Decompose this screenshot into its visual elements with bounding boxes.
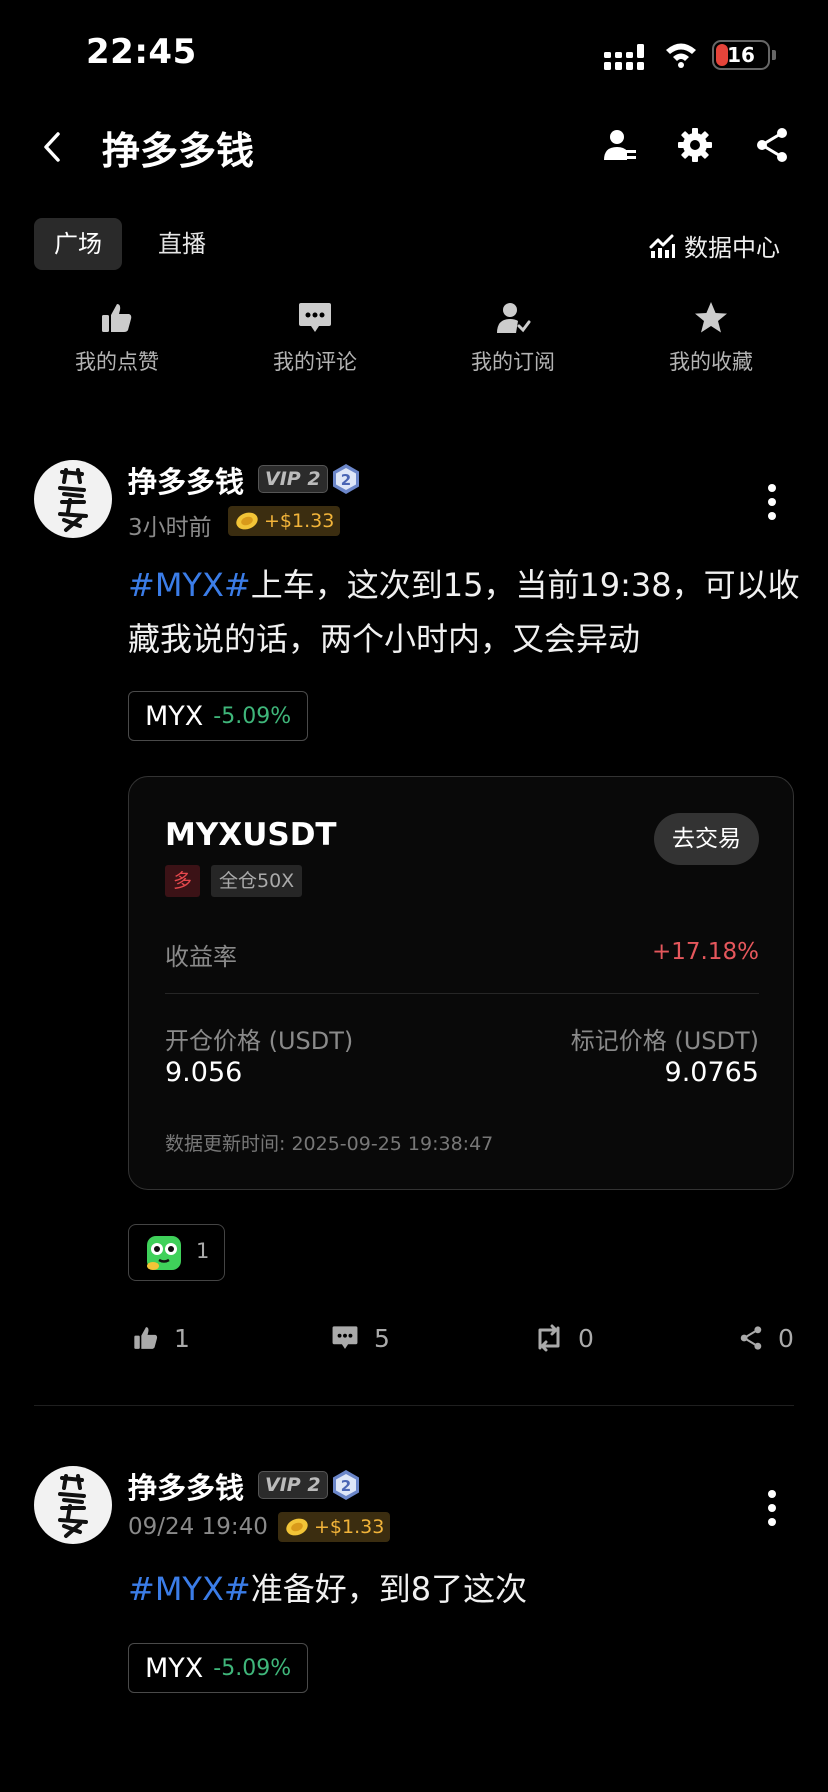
- level-number: 2: [341, 471, 351, 489]
- comment-count: 5: [374, 1323, 390, 1353]
- share-count: 0: [778, 1323, 794, 1353]
- status-bar: 22:45 16: [0, 0, 828, 100]
- level-number: 2: [341, 1477, 351, 1495]
- coin-icon: [286, 1518, 308, 1536]
- margin-badge: 全仓50X: [211, 865, 303, 897]
- post-username[interactable]: 挣多多钱: [128, 459, 244, 501]
- wifi-icon: [666, 43, 696, 68]
- update-timestamp: 2025-09-25 19:38:47: [291, 1133, 494, 1155]
- battery-icon: 16: [712, 40, 770, 70]
- tab-square[interactable]: 广场: [34, 218, 122, 270]
- ticker-change: -5.09%: [213, 1655, 292, 1681]
- vip-badge: VIP 2: [258, 1471, 328, 1499]
- roi-value: +17.18%: [652, 939, 759, 965]
- roi-label: 收益率: [165, 943, 237, 971]
- reward-amount: +$1.33: [264, 510, 335, 532]
- position-card[interactable]: MYXUSDT 去交易 多 全仓50X 收益率 +17.18% 开仓价格 (US…: [128, 776, 794, 1190]
- star-icon: [695, 302, 727, 333]
- comment-icon: [332, 1326, 358, 1349]
- ticker-chip[interactable]: MYX -5.09%: [128, 691, 309, 741]
- reward-badge: +$1.33: [228, 506, 341, 536]
- share-icon[interactable]: [753, 126, 791, 164]
- quick-action-label: 我的订阅: [471, 350, 555, 374]
- post-time: 09/24 19:40: [128, 1514, 268, 1540]
- trade-button[interactable]: 去交易: [654, 813, 759, 865]
- quick-action-subscriptions[interactable]: 我的订阅: [414, 300, 612, 376]
- thumbs-up-icon: [102, 304, 132, 332]
- reward-badge: +$1.33: [278, 1512, 391, 1542]
- post-text: #MYX#准备好，到8了这次: [128, 1562, 808, 1616]
- reward-amount: +$1.33: [314, 1516, 385, 1538]
- post-divider: [34, 1405, 794, 1406]
- vip-badge: VIP 2: [258, 465, 328, 493]
- data-center-label: 数据中心: [684, 233, 780, 262]
- avatar[interactable]: [34, 460, 112, 538]
- thumbs-up-icon: [134, 1327, 158, 1349]
- ticker-symbol: MYX: [145, 1652, 204, 1684]
- user-follow-icon[interactable]: [600, 126, 638, 164]
- post-text: #MYX#上车，这次到15，当前19:38，可以收藏我说的话，两个小时内，又会异…: [128, 558, 808, 666]
- update-label: 数据更新时间:: [165, 1133, 286, 1155]
- level-badge-icon: 2: [333, 464, 359, 494]
- coin-icon: [236, 512, 258, 530]
- side-badge: 多: [165, 865, 201, 897]
- open-price-value: 9.056: [165, 1057, 243, 1088]
- post-body: 准备好，到8了这次: [250, 1570, 528, 1608]
- like-count: 1: [174, 1323, 190, 1353]
- open-price-label: 开仓价格 (USDT): [165, 1027, 354, 1055]
- tab-live[interactable]: 直播: [138, 218, 226, 270]
- status-time: 22:45: [86, 32, 197, 72]
- quick-action-label: 我的点赞: [75, 350, 159, 374]
- quick-action-favorites[interactable]: 我的收藏: [612, 300, 810, 376]
- gear-icon[interactable]: [676, 126, 714, 164]
- level-badge-icon: 2: [333, 1470, 359, 1500]
- avatar[interactable]: [34, 1466, 112, 1544]
- emoji-reaction[interactable]: 1: [128, 1224, 225, 1281]
- post-time: 3小时前: [128, 515, 212, 541]
- update-time: 数据更新时间: 2025-09-25 19:38:47: [165, 1129, 493, 1156]
- battery-level: 16: [727, 43, 755, 67]
- more-options-icon[interactable]: [766, 1488, 778, 1528]
- ticker-change: -5.09%: [213, 703, 292, 729]
- chart-icon: [649, 234, 675, 258]
- mark-price-value: 9.0765: [664, 1057, 759, 1088]
- subscribe-user-icon: [497, 303, 531, 333]
- calligraphy-avatar-image: [58, 468, 88, 532]
- calligraphy-avatar-image: [58, 1474, 88, 1538]
- share-button[interactable]: 0: [738, 1318, 794, 1358]
- like-button[interactable]: 1: [132, 1318, 190, 1358]
- quick-action-label: 我的收藏: [669, 350, 753, 374]
- card-symbol: MYXUSDT: [165, 817, 337, 853]
- mark-price-label: 标记价格 (USDT): [570, 1027, 759, 1055]
- card-divider: [165, 993, 759, 994]
- ticker-chip[interactable]: MYX -5.09%: [128, 1643, 309, 1693]
- post-username[interactable]: 挣多多钱: [128, 1465, 244, 1507]
- quick-action-comments[interactable]: 我的评论: [216, 300, 414, 376]
- more-options-icon[interactable]: [766, 482, 778, 522]
- repost-button[interactable]: 0: [534, 1318, 594, 1358]
- quick-action-likes[interactable]: 我的点赞: [18, 300, 216, 376]
- ticker-symbol: MYX: [145, 700, 204, 732]
- quick-action-label: 我的评论: [273, 350, 357, 374]
- page-title: 挣多多钱: [102, 129, 255, 173]
- comment-icon: [299, 303, 331, 332]
- green-monster-emoji-icon: [147, 1236, 181, 1270]
- back-chevron-icon[interactable]: [38, 128, 66, 166]
- share-icon: [740, 1326, 762, 1350]
- comment-button[interactable]: 5: [330, 1318, 390, 1358]
- repost-icon: [538, 1324, 560, 1352]
- repost-count: 0: [578, 1323, 594, 1353]
- cellular-signal-icon: [604, 44, 644, 70]
- emoji-count: 1: [196, 1239, 210, 1263]
- data-center-link[interactable]: 数据中心: [648, 228, 780, 262]
- hashtag-link[interactable]: #MYX#: [128, 1570, 251, 1608]
- hashtag-link[interactable]: #MYX#: [128, 566, 251, 604]
